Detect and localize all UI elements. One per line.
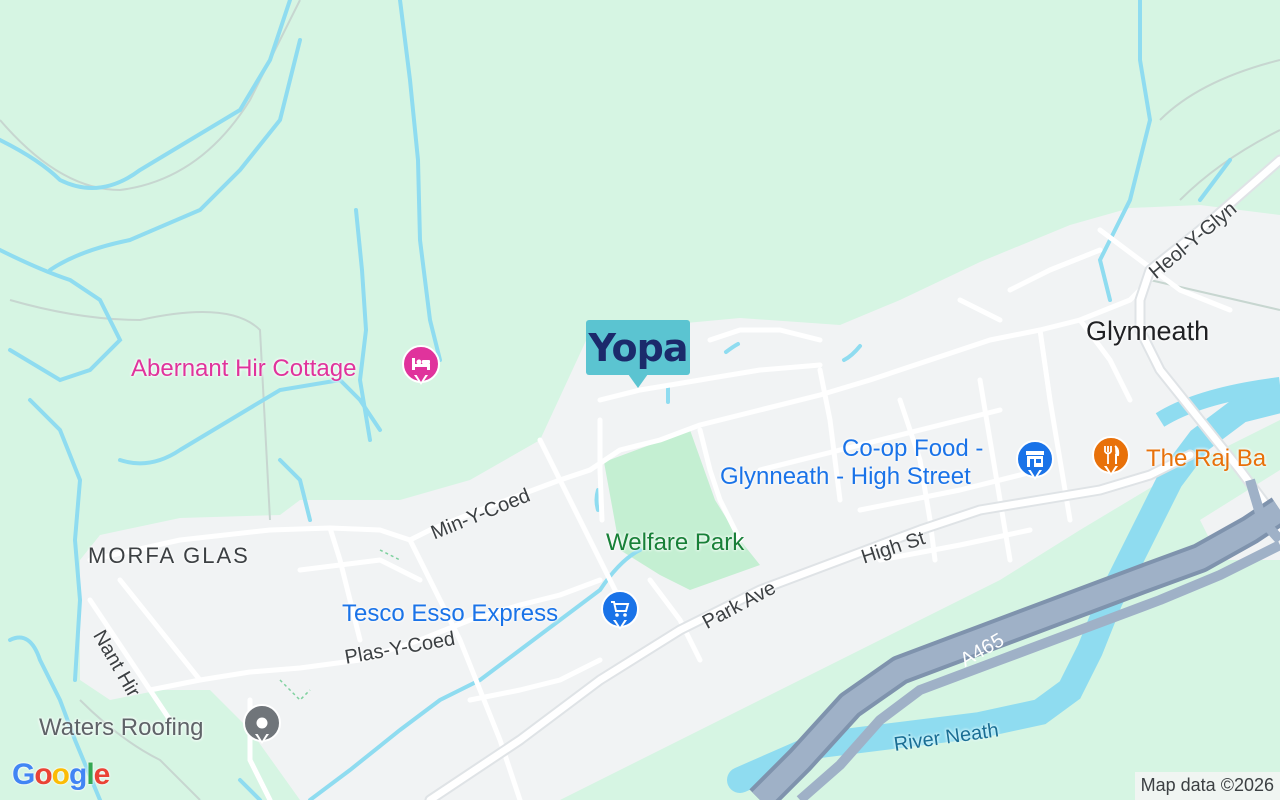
poi-label-tesco[interactable]: Tesco Esso Express [342,602,558,626]
place-label-glynneath[interactable]: Glynneath [1086,318,1209,345]
poi-label-waters-roofing[interactable]: Waters Roofing [39,716,204,740]
poi-label-the-raj[interactable]: The Raj Ba [1146,447,1266,471]
poi-label-abernant-hir-cottage[interactable]: Abernant Hir Cottage [131,357,356,381]
map-view[interactable]: Yopa Glynneath MORFA GLAS Min-Y-Coed Pla… [0,0,1280,800]
google-logo[interactable]: Google [12,758,110,792]
poi-marker-lodging[interactable] [402,345,440,391]
yopa-marker[interactable]: Yopa [586,320,690,388]
poi-marker-restaurant[interactable] [1092,436,1130,482]
poi-label-welfare-park[interactable]: Welfare Park [606,531,744,555]
marker-pointer [628,374,648,388]
poi-label-coop-line2[interactable]: Glynneath - High Street [720,465,971,489]
poi-marker-waters-roofing[interactable] [243,704,281,750]
map-canvas[interactable] [0,0,1280,800]
yopa-logo-text: Yopa [588,325,689,370]
poi-marker-coop[interactable] [1016,440,1054,486]
poi-marker-tesco[interactable] [601,590,639,636]
poi-label-coop-line1[interactable]: Co-op Food - [842,437,983,461]
place-label-morfa-glas[interactable]: MORFA GLAS [88,545,250,567]
map-attribution: Map data ©2026 [1134,772,1280,800]
